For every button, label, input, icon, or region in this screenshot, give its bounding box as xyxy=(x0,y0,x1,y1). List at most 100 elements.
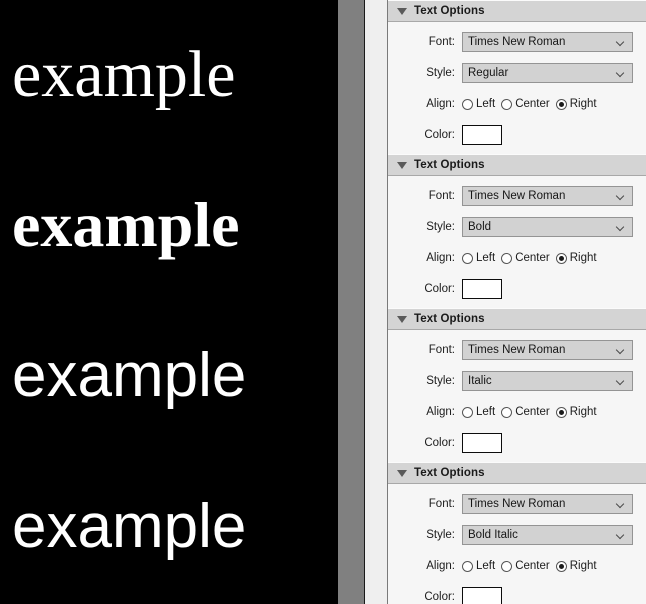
align-row: Align: Left Center Right xyxy=(388,92,646,116)
align-radio-right[interactable]: Right xyxy=(555,98,597,110)
chevron-down-icon xyxy=(617,532,625,537)
align-option-label: Right xyxy=(569,560,597,572)
chevron-down-icon xyxy=(617,224,625,229)
style-row: Style: Regular xyxy=(388,61,646,85)
sample-text-bold-italic: example xyxy=(12,492,247,561)
section-body-1: Font: Times New Roman Style: Regular Ali… xyxy=(388,22,646,154)
radio-circle-icon[interactable] xyxy=(501,560,513,572)
section-header-4[interactable]: Text Options xyxy=(388,462,646,484)
align-option-label: Left xyxy=(476,98,496,110)
style-select[interactable]: Bold Italic xyxy=(462,525,633,545)
font-select[interactable]: Times New Roman xyxy=(462,494,633,514)
style-row: Style: Bold Italic xyxy=(388,523,646,547)
style-row: Style: Bold xyxy=(388,215,646,239)
color-swatch[interactable] xyxy=(462,433,502,453)
align-radio-center[interactable]: Center xyxy=(501,560,550,572)
triangle-down-icon[interactable] xyxy=(397,315,407,323)
align-radio-right[interactable]: Right xyxy=(555,560,597,572)
text-options-app: example example example example Text Opt… xyxy=(0,0,646,604)
radio-circle-icon[interactable] xyxy=(462,406,473,418)
section-header-1[interactable]: Text Options xyxy=(388,0,646,22)
style-label: Style: xyxy=(426,529,455,541)
style-row: Style: Italic xyxy=(388,369,646,393)
align-option-label: Center xyxy=(515,252,550,264)
color-row: Color: xyxy=(388,277,646,301)
style-select[interactable]: Bold xyxy=(462,217,633,237)
color-swatch[interactable] xyxy=(462,587,502,604)
align-option-label: Left xyxy=(476,406,496,418)
align-option-label: Right xyxy=(569,98,597,110)
style-select[interactable]: Regular xyxy=(462,63,633,83)
align-row: Align: Left Center Right xyxy=(388,554,646,578)
align-radio-left[interactable]: Left xyxy=(462,560,495,572)
align-label: Align: xyxy=(426,560,455,572)
triangle-down-icon[interactable] xyxy=(397,161,407,169)
chevron-down-icon xyxy=(617,347,625,352)
align-option-label: Right xyxy=(569,406,597,418)
font-label: Font: xyxy=(428,36,455,48)
style-label: Style: xyxy=(426,67,455,79)
color-swatch[interactable] xyxy=(462,279,502,299)
sample-text-bold: example xyxy=(12,189,240,260)
section-title: Text Options xyxy=(414,159,485,171)
align-radio-group: Left Center Right xyxy=(462,252,603,264)
sample-text-regular: example xyxy=(12,38,236,111)
style-select-value: Regular xyxy=(468,67,509,79)
style-label: Style: xyxy=(426,221,455,233)
color-label: Color: xyxy=(424,283,455,295)
radio-circle-selected-icon[interactable] xyxy=(555,560,567,572)
radio-circle-icon[interactable] xyxy=(501,406,513,418)
style-select-value: Bold Italic xyxy=(468,529,518,541)
font-select[interactable]: Times New Roman xyxy=(462,340,633,360)
radio-circle-icon[interactable] xyxy=(462,252,473,264)
section-title: Text Options xyxy=(414,313,485,325)
align-radio-left[interactable]: Left xyxy=(462,406,495,418)
section-header-2[interactable]: Text Options xyxy=(388,154,646,176)
radio-circle-selected-icon[interactable] xyxy=(555,406,567,418)
font-select[interactable]: Times New Roman xyxy=(462,186,633,206)
triangle-down-icon[interactable] xyxy=(397,7,407,15)
radio-circle-icon[interactable] xyxy=(501,98,513,110)
align-radio-left[interactable]: Left xyxy=(462,98,495,110)
align-option-label: Center xyxy=(515,98,550,110)
align-radio-left[interactable]: Left xyxy=(462,252,495,264)
align-radio-right[interactable]: Right xyxy=(555,252,597,264)
align-radio-center[interactable]: Center xyxy=(501,406,550,418)
section-body-3: Font: Times New Roman Style: Italic Alig… xyxy=(388,330,646,462)
align-radio-center[interactable]: Center xyxy=(501,98,550,110)
preview-canvas[interactable]: example example example example xyxy=(0,0,338,604)
section-title: Text Options xyxy=(414,467,485,479)
align-radio-right[interactable]: Right xyxy=(555,406,597,418)
color-label: Color: xyxy=(424,437,455,449)
radio-circle-icon[interactable] xyxy=(462,560,473,572)
font-select-value: Times New Roman xyxy=(468,190,566,202)
radio-circle-selected-icon[interactable] xyxy=(555,252,567,264)
scrollbar-thumb[interactable] xyxy=(338,0,365,604)
font-label: Font: xyxy=(428,498,455,510)
style-select[interactable]: Italic xyxy=(462,371,633,391)
font-row: Font: Times New Roman xyxy=(388,184,646,208)
align-option-label: Center xyxy=(515,560,550,572)
align-option-label: Left xyxy=(476,252,496,264)
font-row: Font: Times New Roman xyxy=(388,492,646,516)
text-options-section-2: Text Options Font: Times New Roman Style… xyxy=(388,154,646,308)
chevron-down-icon xyxy=(617,39,625,44)
section-header-3[interactable]: Text Options xyxy=(388,308,646,330)
font-select[interactable]: Times New Roman xyxy=(462,32,633,52)
align-radio-group: Left Center Right xyxy=(462,560,603,572)
color-swatch[interactable] xyxy=(462,125,502,145)
font-row: Font: Times New Roman xyxy=(388,30,646,54)
radio-circle-icon[interactable] xyxy=(501,252,513,264)
align-radio-center[interactable]: Center xyxy=(501,252,550,264)
style-select-value: Bold xyxy=(468,221,492,233)
canvas-vertical-scrollbar[interactable] xyxy=(338,0,388,604)
align-label: Align: xyxy=(426,252,455,264)
align-radio-group: Left Center Right xyxy=(462,406,603,418)
triangle-down-icon[interactable] xyxy=(397,469,407,477)
radio-circle-icon[interactable] xyxy=(462,98,473,110)
radio-circle-selected-icon[interactable] xyxy=(555,98,567,110)
color-label: Color: xyxy=(424,591,455,603)
section-body-2: Font: Times New Roman Style: Bold Align: xyxy=(388,176,646,308)
chevron-down-icon xyxy=(617,70,625,75)
align-radio-group: Left Center Right xyxy=(462,98,603,110)
